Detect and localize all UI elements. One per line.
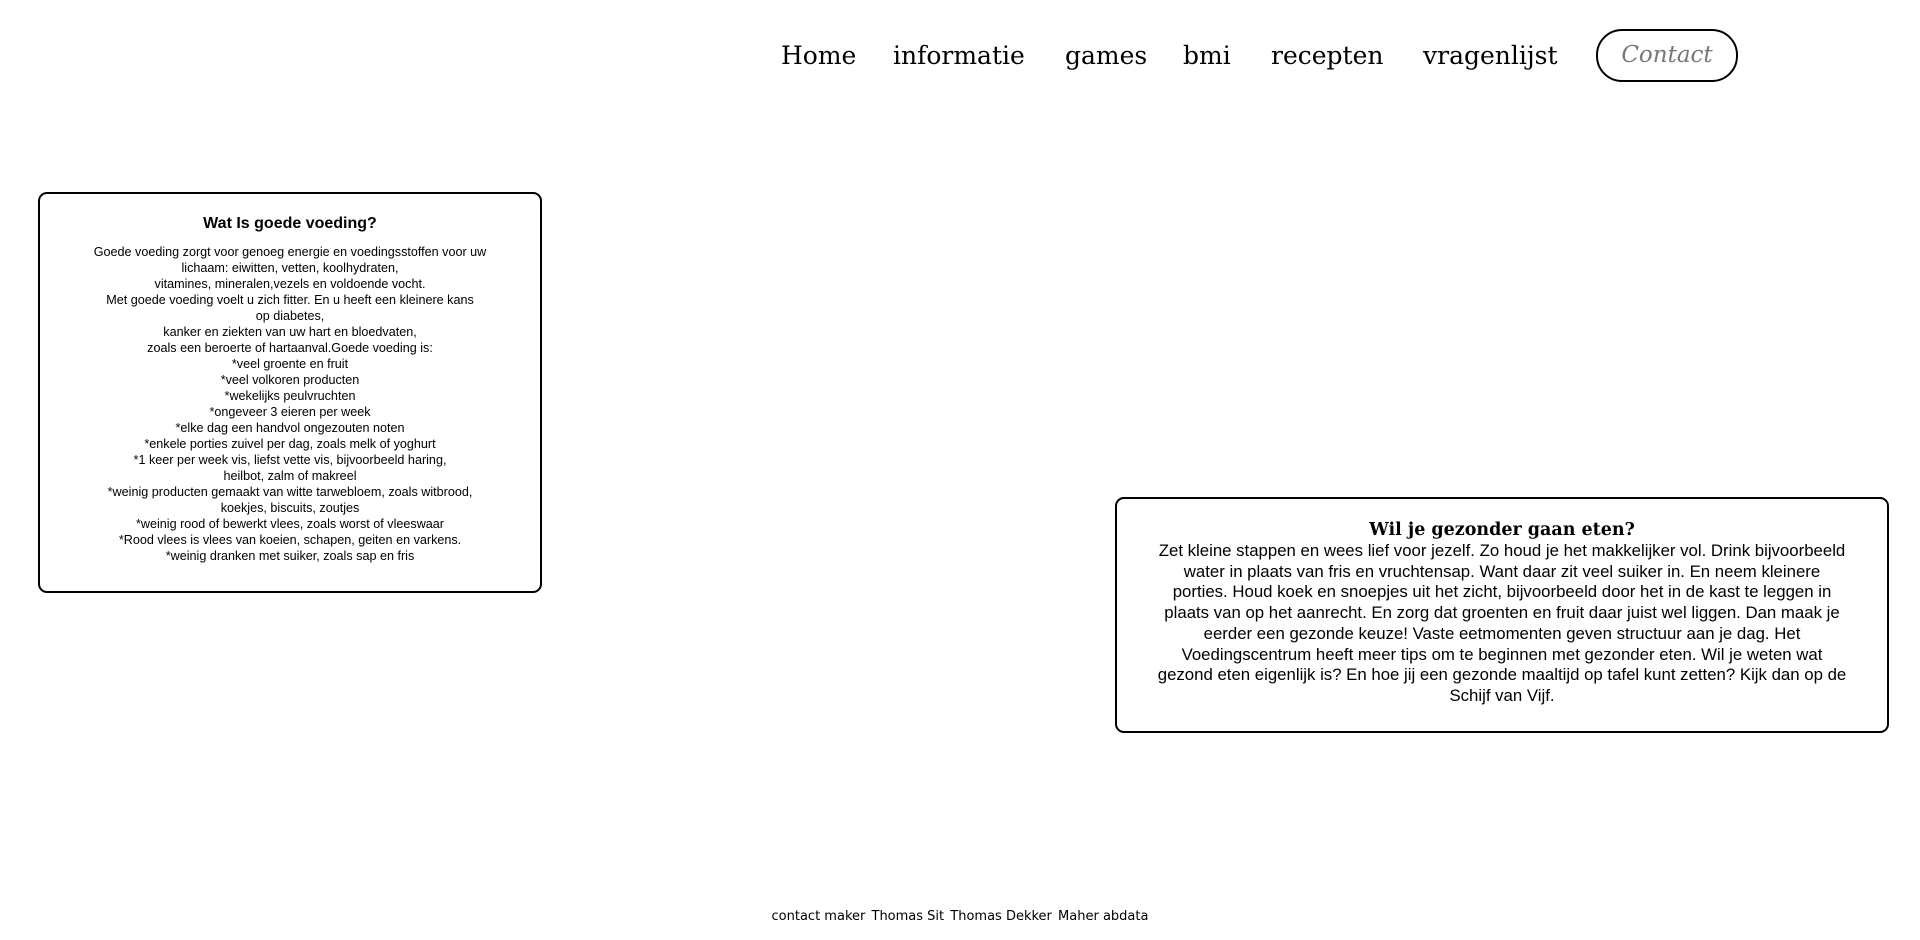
nav-home-link[interactable]: Home: [781, 28, 856, 84]
card-text-line: koekjes, biscuits, zoutjes: [220, 501, 360, 515]
card-text-line: *veel groente en fruit: [231, 357, 349, 371]
card-text-line: zoals een beroerte of hartaanval.Goede v…: [147, 341, 433, 355]
card-text-line: *weinig producten gemaakt van witte tarw…: [107, 485, 473, 499]
nav-informatie-link[interactable]: informatie: [893, 28, 1025, 84]
card-text-line: plaats van op het aanrecht. En zorg dat …: [1164, 603, 1840, 623]
card-title: Wat Is goede voeding?: [203, 215, 377, 232]
nav-recepten-link[interactable]: recepten: [1271, 28, 1384, 84]
card-text-line: *weinig rood of bewerkt vlees, zoals wor…: [136, 517, 444, 531]
card-text-line: *weinig dranken met suiker, zoals sap en…: [165, 549, 415, 563]
card-text-line: eerder een gezonde keuze! Vaste eetmomen…: [1203, 623, 1801, 643]
info-card-gezonder-eten: Wil je gezonder gaan eten? Zet kleine st…: [1115, 497, 1889, 733]
top-navigation: Home informatie games bmi recepten vrage…: [0, 28, 1920, 84]
nav-bmi-link[interactable]: bmi: [1183, 28, 1231, 84]
card-text-line: lichaam: eiwitten, vetten, koolhydraten,: [181, 261, 399, 275]
card-text-line: vitamines, mineralen,vezels en voldoende…: [154, 277, 426, 291]
card-text-line: kanker en ziekten van uw hart en bloedva…: [163, 325, 417, 339]
card-title: Wil je gezonder gaan eten?: [1369, 520, 1635, 540]
card-text-line: Zet kleine stappen en wees lief voor jez…: [1158, 541, 1846, 560]
card-text-line: *wekelijks peulvruchten: [224, 389, 356, 403]
card-text-line: water in plaats van fris en vruchtensap.…: [1183, 561, 1821, 581]
card-text-line: Schijf van Vijf.: [1449, 685, 1555, 705]
footer-name: Maher abdata: [1058, 909, 1149, 924]
card-text-line: gezond eten eigenlijk is? En hoe jij een…: [1157, 665, 1847, 685]
footer-name: Thomas Dekker: [950, 909, 1052, 924]
contact-button[interactable]: Contact: [1596, 29, 1738, 82]
footer-label: contact maker: [771, 909, 866, 924]
footer-name: Thomas Sit: [871, 909, 945, 924]
card-text-line: *veel volkoren producten: [220, 373, 360, 387]
info-card-goede-voeding: Wat Is goede voeding? Goede voeding zorg…: [38, 192, 542, 593]
card-text-line: op diabetes,: [255, 309, 325, 323]
card-text-line: porties. Houd koek en snoepjes uit het z…: [1172, 582, 1832, 602]
card-text-line: *Rood vlees is vlees van koeien, schapen…: [118, 533, 462, 547]
card-text-line: *enkele porties zuivel per dag, zoals me…: [144, 437, 436, 451]
footer-credits: contact maker Thomas Sit Thomas Dekker M…: [0, 906, 1920, 928]
nav-games-link[interactable]: games: [1065, 28, 1147, 84]
card-text-line: Met goede voeding voelt u zich fitter. E…: [106, 293, 474, 307]
card-text-line: heilbot, zalm of makreel: [223, 469, 357, 483]
card-text-line: *elke dag een handvol ongezouten noten: [175, 421, 405, 435]
card-text-line: Voedingscentrum heeft meer tips om te be…: [1181, 644, 1823, 664]
card-text-line: *ongeveer 3 eieren per week: [209, 405, 371, 419]
card-text-line: *1 keer per week vis, liefst vette vis, …: [133, 453, 447, 467]
card-text-line: Goede voeding zorgt voor genoeg energie …: [93, 245, 487, 259]
nav-vragenlijst-link[interactable]: vragenlijst: [1423, 28, 1558, 84]
